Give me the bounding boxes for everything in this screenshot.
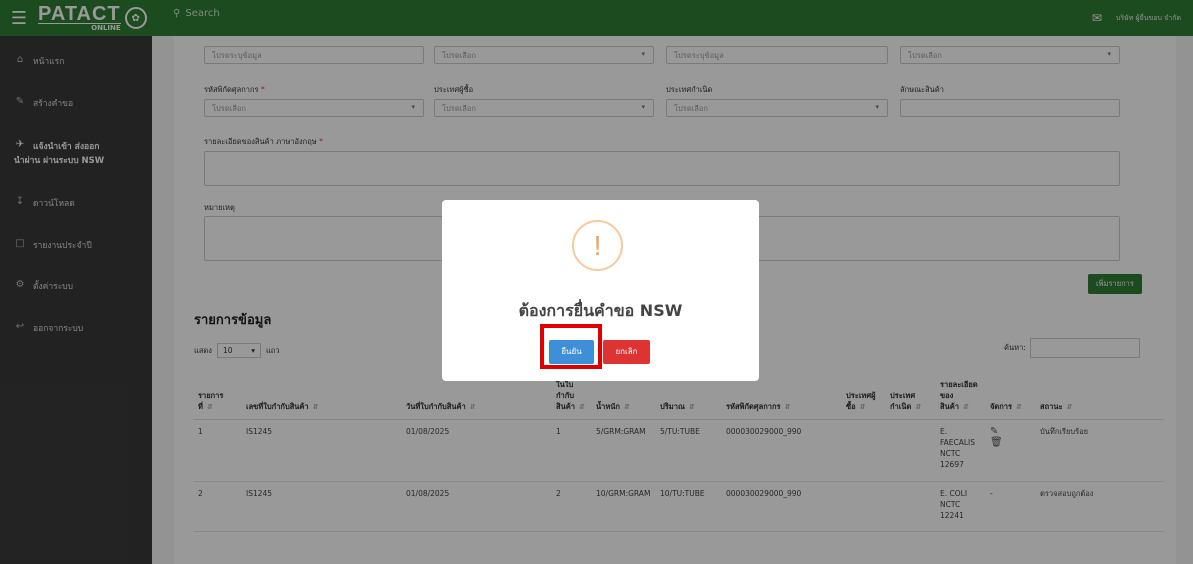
confirm-dialog: ! ต้องการยื่นคำขอ NSW ยืนยัน ยกเลิก: [442, 200, 759, 381]
confirm-button[interactable]: ยืนยัน: [549, 340, 594, 364]
warning-icon: !: [572, 220, 623, 271]
dialog-title: ต้องการยื่นคำขอ NSW: [518, 301, 683, 320]
cancel-button[interactable]: ยกเลิก: [603, 340, 650, 364]
